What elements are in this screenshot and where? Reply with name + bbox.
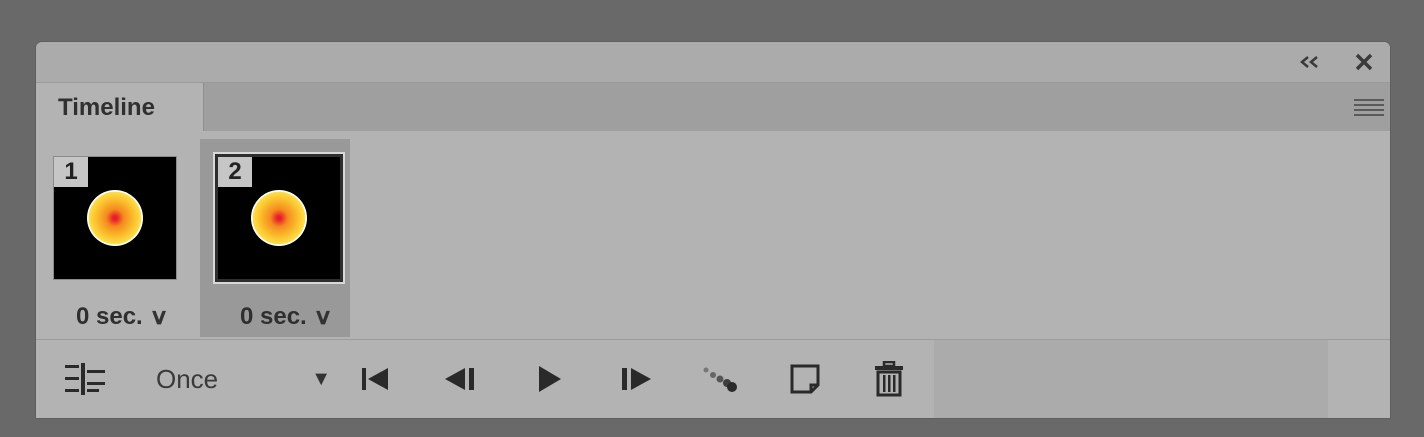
close-icon — [1355, 53, 1373, 71]
select-next-frame-icon — [622, 368, 651, 390]
dropdown-arrow-icon: ▼ — [311, 367, 331, 390]
panel-menu-icon — [1354, 98, 1384, 101]
frame-delay-dropdown[interactable]: 0 sec. ∨ — [76, 303, 169, 331]
tab-timeline[interactable]: Timeline — [36, 83, 204, 132]
chevron-down-icon: ∨ — [149, 304, 169, 329]
frame-2[interactable]: 2 0 sec. ∨ — [200, 139, 350, 337]
tab-bar: Timeline — [36, 83, 1390, 132]
duplicate-frame-icon — [790, 364, 820, 394]
delete-frame-button[interactable] — [868, 358, 910, 400]
frame-delay-dropdown[interactable]: 0 sec. ∨ — [240, 303, 333, 331]
frame-number: 1 — [54, 157, 88, 187]
select-first-frame-button[interactable] — [356, 358, 396, 400]
frame-1[interactable]: 1 0 sec. ∨ — [36, 139, 186, 337]
frame-delay-label: 0 sec. — [76, 303, 143, 330]
select-previous-frame-icon — [445, 368, 474, 390]
collapse-panel-button[interactable] — [1298, 50, 1322, 74]
select-next-frame-button[interactable] — [616, 358, 656, 400]
duplicate-frame-button[interactable] — [784, 358, 826, 400]
sun-graphic — [87, 190, 143, 246]
play-button[interactable] — [530, 358, 570, 400]
toolbar-filler — [934, 340, 1328, 418]
panel-title-bar[interactable] — [36, 42, 1390, 83]
frame-number: 2 — [218, 157, 252, 187]
loop-option-label: Once — [156, 363, 219, 394]
frame-delay-label: 0 sec. — [240, 303, 307, 330]
delete-frame-icon — [875, 361, 903, 397]
convert-to-video-timeline-icon — [65, 363, 105, 395]
play-icon — [539, 366, 561, 392]
panel-menu-button[interactable] — [1352, 93, 1386, 121]
chevron-down-icon: ∨ — [313, 304, 333, 329]
select-previous-frame-button[interactable] — [440, 358, 480, 400]
timeline-panel: Timeline 1 0 sec. ∨ 2 0 sec. ∨ Once ▼ — [36, 42, 1390, 418]
select-first-frame-icon — [362, 368, 388, 390]
close-panel-button[interactable] — [1352, 50, 1376, 74]
tween-button[interactable] — [698, 358, 740, 400]
convert-to-video-timeline-button[interactable] — [60, 358, 110, 400]
double-chevron-left-icon — [1300, 56, 1318, 68]
tween-icon — [703, 367, 737, 392]
sun-graphic — [251, 190, 307, 246]
tab-label: Timeline — [58, 93, 155, 121]
frames-strip: 1 0 sec. ∨ 2 0 sec. ∨ — [36, 131, 1390, 339]
loop-options-dropdown[interactable]: Once ▼ — [156, 358, 331, 400]
timeline-toolbar: Once ▼ — [36, 339, 1390, 418]
